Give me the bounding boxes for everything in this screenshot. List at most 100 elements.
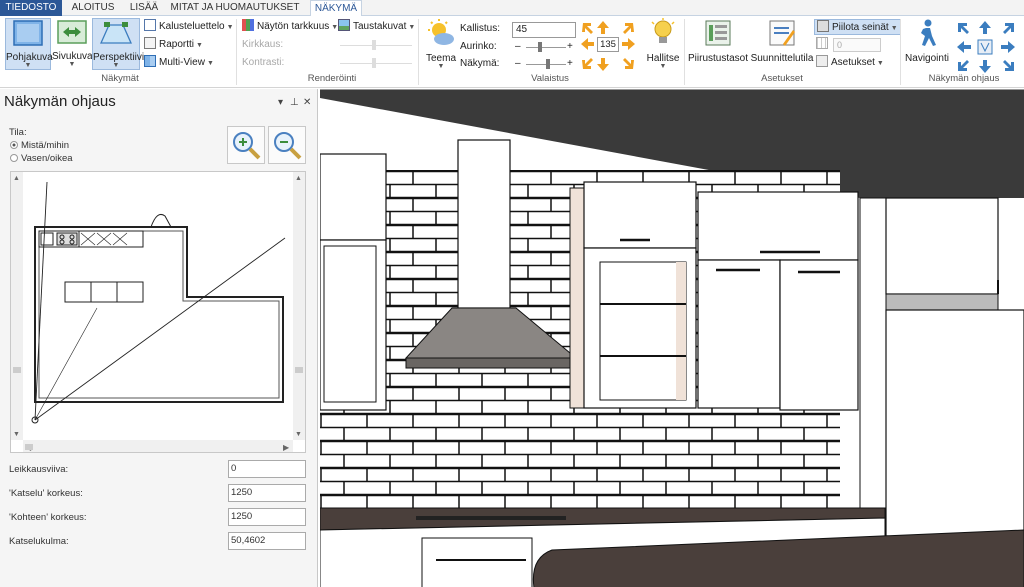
chevron-down-icon: ▼ [206,60,214,67]
close-icon[interactable]: ✕ [303,97,311,108]
multiview-icon [144,55,156,67]
sun-decrease-button[interactable]: – [515,39,521,55]
group-label-lighting: Valaistus [531,73,569,84]
chevron-down-icon: ▼ [68,61,76,68]
perspective-button[interactable]: Perspektiivi ▼ [92,18,144,70]
tab-home[interactable]: ALOITUS [68,0,118,16]
svg-text:▶: ▶ [283,443,290,452]
view-label: Näkymä: [460,58,500,69]
chevron-down-icon: ▼ [437,63,445,70]
chevron-down-icon: ▼ [226,24,234,31]
sun-slider[interactable] [526,47,566,48]
radio-icon [10,154,18,162]
vertical-scrollbar-right [293,172,305,440]
zoom-out-button[interactable] [268,126,306,164]
drawing-levels-label: Piirustustasot [688,53,749,64]
tilt-label: Kallistus: [460,23,501,34]
floor-plan-button[interactable]: Pohjakuva ▼ [5,18,53,70]
svg-text:▲: ▲ [13,175,20,182]
target-height-input[interactable]: 1250 [228,508,306,526]
view-angle-input[interactable]: 50,4602 [228,532,306,550]
drawing-levels-button[interactable]: Piirustustasot [688,18,748,64]
report-button[interactable]: Raportti ▼ [144,37,203,53]
grid-toggle[interactable] [816,37,831,53]
tilt-input[interactable]: 45 [512,22,576,38]
kitchen-render[interactable] [320,90,1024,587]
arrow-up-icon [597,21,609,34]
mode-option-from-to[interactable]: Mistä/mihin [10,140,69,151]
chevron-down-icon: ▼ [890,25,898,32]
svg-text:▼: ▼ [295,431,302,438]
chevron-down-icon: ▼ [876,60,884,67]
background-image-icon [338,19,350,31]
sun-increase-button[interactable]: + [567,39,573,55]
sun-label: Aurinko: [460,41,497,52]
radio-selected-icon [10,141,18,149]
mode-option-left-right[interactable]: Vasen/oikea [10,153,73,164]
panel-title: Näkymän ohjaus [4,93,116,110]
grid-icon [816,37,828,49]
multiview-button[interactable]: Multi-View ▼ [144,55,214,71]
hide-walls-value-input: 0 [833,38,881,52]
list-icon [144,19,156,31]
display-quality-button[interactable]: Näytön tarkkuus ▼ [242,19,338,35]
floor-plan-minimap[interactable]: ▲ ▼ ▲ ▼ ◀ ▶ [10,171,306,453]
pin-icon[interactable]: ⊥ [290,97,299,108]
arrow-up-right-icon [623,23,634,34]
backgrounds-button[interactable]: Taustakuvat ▼ [338,19,415,35]
perspective-3d-view[interactable] [320,89,1024,587]
chevron-down-icon: ▼ [659,63,667,70]
settings-button[interactable]: Asetukset ▼ [816,55,884,71]
drawing-levels-icon [705,20,731,46]
tab-view[interactable]: NÄKYMÄ [310,0,362,17]
brightness-label: Kirkkaus: [242,39,284,50]
view-decrease-button[interactable]: – [515,56,521,72]
angle-input[interactable]: 135 [597,37,619,52]
view-angle-label: Katselukulma: [9,536,69,547]
hide-walls-icon [817,20,829,32]
tab-dimensions[interactable]: MITAT JA HUOMAUTUKSET [170,0,300,16]
view-control-panel: Näkymän ohjaus ▾ ⊥ ✕ Tila: Mistä/mihin V… [0,89,318,587]
mode-option-label: Mistä/mihin [21,140,70,151]
sun-slider-thumb[interactable] [538,42,542,52]
eye-height-input[interactable]: 1250 [228,484,306,502]
chevron-down-icon: ▼ [24,62,32,69]
arrow-down-right-icon [623,58,634,69]
group-label-view-control: Näkymän ohjaus [928,73,1000,84]
svg-text:▲: ▲ [295,175,302,182]
view-increase-button[interactable]: + [567,56,573,72]
group-separator [236,19,237,85]
manage-lights-button[interactable]: Hallitse ▼ [645,18,681,70]
dropdown-icon[interactable]: ▾ [278,97,283,108]
floor-plan-icon [13,20,43,46]
backgrounds-label: Taustakuvat [353,21,407,32]
display-quality-label: Näytön tarkkuus [257,21,330,32]
walking-person-icon [921,19,936,46]
floor-plan-drawing[interactable]: ▲ ▼ ▲ ▼ ◀ ▶ [11,172,305,452]
design-space-icon [769,20,795,46]
contrast-label: Kontrasti: [242,57,285,68]
design-space-button[interactable]: Suunnittelutila [750,18,814,64]
navigate-label: Navigointi [905,53,949,64]
report-icon [144,37,156,49]
navigate-button[interactable]: Navigointi [904,18,950,64]
side-view-button[interactable]: Sivukuva ▼ [52,18,93,68]
furniture-list-button[interactable]: Kalusteluettelo ▼ [144,19,234,35]
tab-insert[interactable]: LISÄÄ [124,0,164,16]
zoom-in-button[interactable] [227,126,265,164]
tab-file[interactable]: TIEDOSTO [0,0,62,16]
section-line-input[interactable]: 0 [228,460,306,478]
contrast-slider [340,63,412,64]
zoom-in-icon [233,132,261,160]
group-separator [684,19,685,85]
chevron-down-icon: ▼ [196,42,203,49]
mode-label: Tila: [9,127,27,138]
hide-walls-button[interactable]: Piilota seinät ▼ [814,19,901,35]
theme-button[interactable]: Teema ▼ [424,18,458,70]
group-separator [900,19,901,85]
ribbon-tab-bar: TIEDOSTO ALOITUS LISÄÄ MITAT JA HUOMAUTU… [0,0,1024,17]
group-label-views: Näkymät [101,73,139,84]
view-slider-thumb[interactable] [546,59,550,69]
mode-option-label: Vasen/oikea [21,153,73,164]
view-navigation-arrows[interactable] [955,20,1017,74]
